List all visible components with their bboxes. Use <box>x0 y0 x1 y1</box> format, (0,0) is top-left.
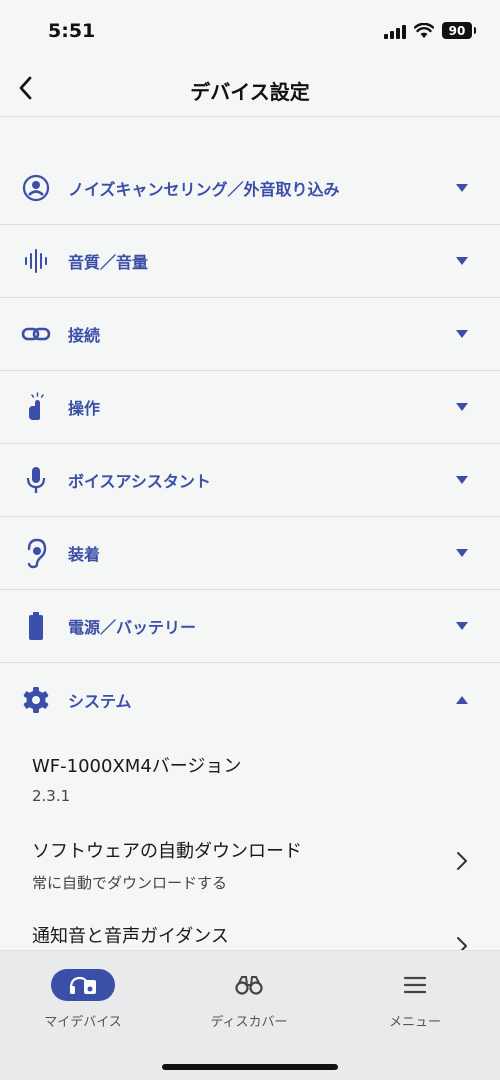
tab-discover[interactable]: ディスカバー <box>166 951 332 1041</box>
settings-row-label: 装着 <box>68 545 101 564</box>
settings-row-wearing[interactable]: 装着 <box>0 517 500 590</box>
settings-row-voice-assistant[interactable]: ボイスアシスタント <box>0 444 500 517</box>
wifi-icon <box>414 22 434 38</box>
status-indicators: 90 <box>384 22 476 39</box>
settings-row-label: 操作 <box>68 399 101 418</box>
battery-icon <box>20 610 52 642</box>
sound-wave-icon <box>20 245 52 277</box>
tab-menu[interactable]: メニュー <box>332 951 498 1041</box>
settings-row-sound-quality[interactable]: 音質／音量 <box>0 225 500 298</box>
settings-row-label: ノイズキャンセリング／外音取り込み <box>68 180 340 199</box>
menu-icon <box>383 969 447 1001</box>
ear-icon <box>20 537 52 569</box>
settings-list: ノイズキャンセリング／外音取り込み 音質／音量 接続 操作 ボイスアシスタント … <box>0 117 500 991</box>
my-device-icon <box>51 969 115 1001</box>
auto-download-title: ソフトウェアの自動ダウンロード <box>32 841 302 862</box>
system-version-item: WF-1000XM4バージョン 2.3.1 <box>0 736 500 821</box>
caret-down-icon <box>455 327 469 341</box>
cellular-signal-icon <box>384 23 406 39</box>
navigation-bar: デバイス設定 <box>0 60 500 117</box>
binoculars-icon <box>217 969 281 1001</box>
chevron-right-icon <box>457 852 467 870</box>
settings-row-label: 電源／バッテリー <box>68 618 197 637</box>
settings-row-power-battery[interactable]: 電源／バッテリー <box>0 590 500 663</box>
settings-row-label: システム <box>68 691 132 711</box>
battery-level: 90 <box>448 23 466 38</box>
bottom-tab-bar: マイデバイス ディスカバー メニュー <box>0 950 500 1080</box>
caret-down-icon <box>455 546 469 560</box>
settings-row-connection[interactable]: 接続 <box>0 298 500 371</box>
settings-row-noise-cancelling[interactable]: ノイズキャンセリング／外音取り込み <box>0 152 500 225</box>
caret-down-icon <box>455 473 469 487</box>
tab-my-device[interactable]: マイデバイス <box>0 951 166 1041</box>
microphone-icon <box>20 464 52 496</box>
tab-label: マイデバイス <box>44 1015 122 1030</box>
home-indicator[interactable] <box>162 1064 338 1070</box>
caret-down-icon <box>455 619 469 633</box>
caret-down-icon <box>455 400 469 414</box>
version-value: 2.3.1 <box>32 787 71 805</box>
settings-row-controls[interactable]: 操作 <box>0 371 500 444</box>
battery-indicator: 90 <box>442 22 476 39</box>
settings-row-label: 音質／音量 <box>68 253 149 272</box>
tab-label: メニュー <box>388 1015 441 1030</box>
caret-down-icon <box>455 254 469 268</box>
status-time: 5:51 <box>48 20 96 42</box>
auto-download-item[interactable]: ソフトウェアの自動ダウンロード 常に自動でダウンロードする <box>0 821 500 906</box>
auto-download-value: 常に自動でダウンロードする <box>32 874 228 892</box>
settings-row-system[interactable]: システム <box>0 663 500 736</box>
settings-row-label: ボイスアシスタント <box>68 472 211 491</box>
tab-label: ディスカバー <box>210 1015 288 1030</box>
version-title: WF-1000XM4バージョン <box>32 756 242 777</box>
caret-down-icon <box>455 181 469 195</box>
gear-icon <box>20 684 52 716</box>
page-title: デバイス設定 <box>190 80 310 104</box>
touch-icon <box>20 391 52 423</box>
status-bar: 5:51 90 <box>0 0 500 60</box>
noise-cancel-icon <box>20 172 52 204</box>
settings-row-label: 接続 <box>68 326 101 345</box>
caret-up-icon <box>455 693 469 707</box>
notification-title: 通知音と音声ガイダンス <box>32 926 229 947</box>
link-icon <box>20 318 52 350</box>
